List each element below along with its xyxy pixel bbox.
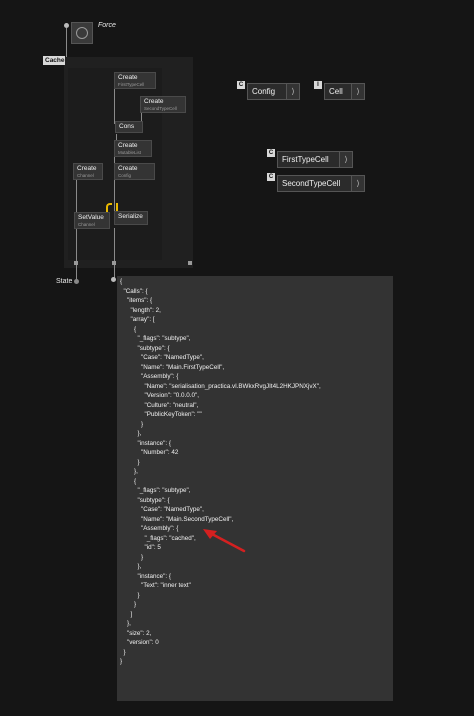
node-subtitle: Channel xyxy=(77,173,94,178)
state-connector[interactable] xyxy=(74,279,79,284)
node-title: SetValue xyxy=(78,214,104,221)
json-output-panel: { "Calls": { "items": { "length": 2, "ar… xyxy=(117,276,393,701)
wire-setvalue-out xyxy=(76,229,77,261)
json-line: }, xyxy=(120,468,138,475)
node-subtitle: Channel xyxy=(78,222,95,227)
class-badge: C xyxy=(267,173,275,181)
json-line: ] xyxy=(120,610,133,618)
node-title: Create xyxy=(118,74,138,81)
json-line: } xyxy=(120,553,144,561)
node-title: Cons xyxy=(119,123,135,130)
json-line: "Name": "Main.FirstTypeCell", xyxy=(120,363,225,371)
wire-serialize-out xyxy=(114,228,115,262)
circle-icon xyxy=(76,27,88,39)
type-name: SecondTypeCell xyxy=(282,179,341,188)
cache-label: Cache xyxy=(45,57,65,64)
type-node-firsttypecell[interactable]: C FirstTypeCell ⟩ xyxy=(267,149,353,168)
create-mutablelist-node[interactable]: Create MutableList xyxy=(114,140,152,157)
wire-config xyxy=(114,179,115,211)
force-label: Force xyxy=(98,22,116,29)
interface-badge: I xyxy=(314,81,322,89)
node-title: Create xyxy=(144,98,164,105)
cache-tab[interactable]: Cache xyxy=(43,56,65,65)
json-line: }, xyxy=(120,620,131,627)
json-line: "Assembly": { xyxy=(120,525,179,532)
class-badge: C xyxy=(237,81,245,89)
json-line: "_flags": "subtype", xyxy=(120,487,191,494)
json-line: "array": [ xyxy=(120,316,155,323)
node-subtitle: Config xyxy=(118,173,132,178)
json-line: "Name": "serialisation_practica.vl.BWkxR… xyxy=(120,382,321,390)
json-line: "version": 0 xyxy=(120,639,159,646)
chevron-right-icon[interactable]: ⟩ xyxy=(286,84,299,99)
json-line: "length": 2, xyxy=(120,306,161,314)
cons-node[interactable]: Cons xyxy=(115,121,143,133)
node-title: Serialize xyxy=(118,213,143,220)
json-line: "subtype": { xyxy=(120,496,170,504)
type-name: FirstTypeCell xyxy=(282,155,329,164)
force-wire xyxy=(66,28,67,58)
force-toggle-button[interactable] xyxy=(71,22,93,44)
json-line: "Version": "0.0.0.0", xyxy=(120,392,199,399)
json-line: "size": 2, xyxy=(120,629,152,637)
type-node-secondtypecell[interactable]: C SecondTypeCell ⟩ xyxy=(267,173,365,192)
create-secondtypecell-node[interactable]: Create SecondTypeCell xyxy=(140,96,186,113)
create-channel-node[interactable]: Create Channel xyxy=(73,163,103,180)
json-line: } xyxy=(120,601,137,608)
json-line: } xyxy=(120,420,144,428)
chevron-right-icon[interactable]: ⟩ xyxy=(351,176,364,191)
json-line: }, xyxy=(120,563,142,570)
cache-output-pin[interactable] xyxy=(188,261,192,265)
json-line: "Calls": { xyxy=(120,287,148,295)
json-line: }, xyxy=(120,430,142,437)
type-name: Config xyxy=(252,87,276,96)
setvalue-node[interactable]: SetValue Channel xyxy=(74,212,110,229)
output-connector[interactable] xyxy=(111,277,116,282)
json-line: "Number": 42 xyxy=(120,449,179,456)
chevron-right-icon[interactable]: ⟩ xyxy=(339,152,352,167)
json-line: "Case": "NamedType", xyxy=(120,354,204,361)
node-title: Create xyxy=(77,165,97,172)
class-badge: C xyxy=(267,149,275,157)
type-node-config[interactable]: C Config ⟩ xyxy=(237,81,300,100)
state-label: State xyxy=(56,278,73,285)
json-line: "Assembly": { xyxy=(120,373,179,380)
wire-create-first xyxy=(114,88,115,124)
node-subtitle: MutableList xyxy=(118,150,142,155)
json-line: } xyxy=(120,658,123,665)
json-line: "_flags": "subtype", xyxy=(120,335,191,342)
node-title: Create xyxy=(118,142,138,149)
red-arrow-annotation xyxy=(203,529,246,553)
json-line: "instance": { xyxy=(120,572,172,580)
json-line: "items": { xyxy=(120,297,153,304)
json-line: "PublicKeyToken": "" xyxy=(120,411,202,418)
serialize-node[interactable]: Serialize xyxy=(114,211,148,225)
create-firsttypecell-node[interactable]: Create FirstTypeCell xyxy=(114,72,156,89)
json-line: { xyxy=(120,325,137,333)
node-subtitle: FirstTypeCell xyxy=(118,82,145,87)
wire-channel xyxy=(76,178,77,212)
json-line: "Case": "NamedType", xyxy=(120,506,204,513)
node-title: Create xyxy=(118,165,138,172)
json-line: { xyxy=(120,477,137,485)
node-subtitle: SecondTypeCell xyxy=(144,106,177,111)
json-line: } xyxy=(120,591,140,599)
json-line: "Text": "inner text" xyxy=(120,582,191,589)
json-line: } xyxy=(120,458,140,466)
json-line: "Name": "Main.SecondTypeCell", xyxy=(120,515,234,523)
json-line: "instance": { xyxy=(120,439,172,447)
chevron-right-icon[interactable]: ⟩ xyxy=(351,84,364,99)
type-name: Cell xyxy=(329,87,343,96)
json-line: "_flags": "cached", xyxy=(120,534,196,542)
create-config-node[interactable]: Create Config xyxy=(114,163,155,180)
json-line: } xyxy=(120,648,126,656)
json-line: "Culture": "neutral", xyxy=(120,401,199,409)
type-node-cell[interactable]: I Cell ⟩ xyxy=(314,81,365,100)
json-line: "subtype": { xyxy=(120,344,170,352)
json-line: "id": 5 xyxy=(120,544,161,551)
json-line: { xyxy=(120,278,123,285)
